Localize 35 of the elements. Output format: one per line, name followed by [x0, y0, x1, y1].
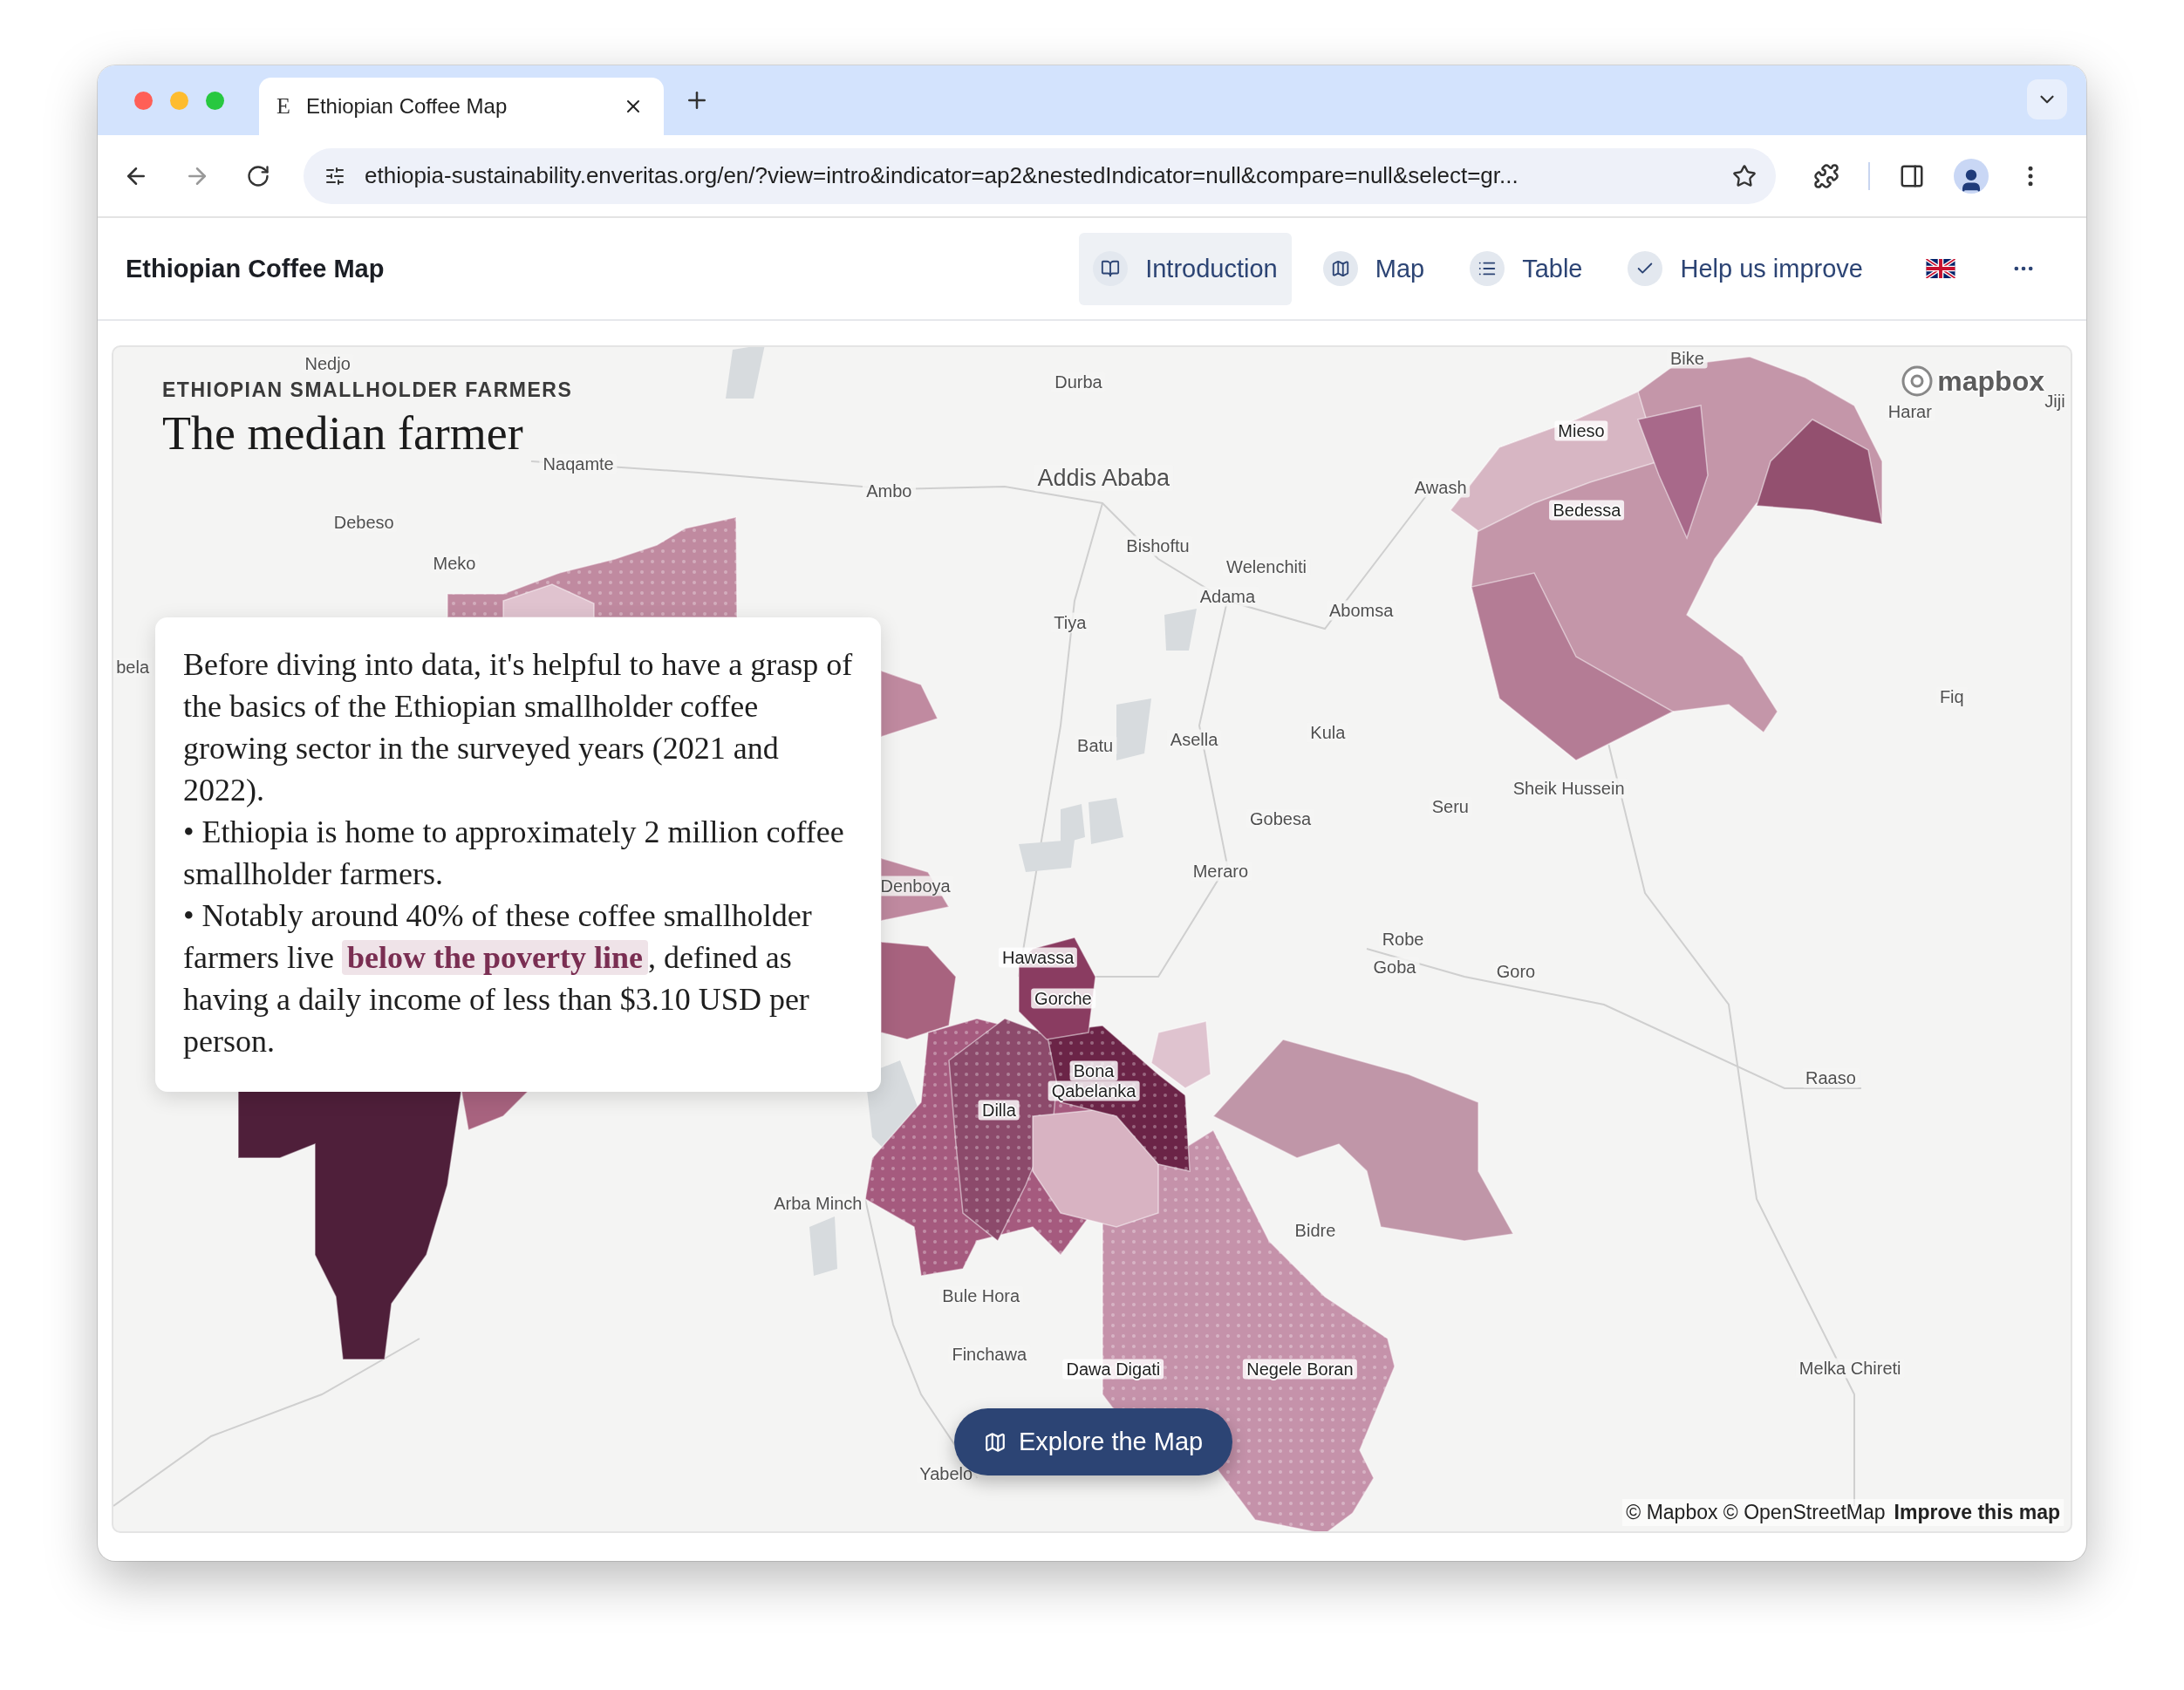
nav-tab[interactable]: Table — [1456, 232, 1597, 305]
book-icon — [1093, 251, 1129, 286]
place-label: Qabelanka — [1048, 1080, 1140, 1101]
nav-tab[interactable]: Map — [1308, 232, 1439, 305]
place-label: Mieso — [1554, 420, 1608, 441]
address-bar[interactable]: ethiopia-sustainability.enveritas.org/en/?view=intro&indicator=ap2&nestedIndicator=null&compare=null&select=gr... — [304, 147, 1776, 204]
intro-paragraph: • Notably around 40% of these coffee smallholder farmers live below the poverty line , defined as having a daily income of less than $3.10 USD per person. — [183, 897, 813, 1060]
place-label: Gorche — [1031, 988, 1095, 1009]
tab-favicon: E — [276, 93, 290, 119]
list-icon — [1470, 251, 1505, 286]
place-label: Bona — [1069, 1061, 1118, 1081]
improve-map-link[interactable]: Improve this map — [1894, 1501, 2060, 1524]
place-label: Dilla — [979, 1100, 1020, 1121]
section-title: The median farmer — [162, 406, 523, 460]
map-icon — [1322, 251, 1358, 286]
place-label: Bedessa — [1549, 500, 1625, 521]
attribution-text: © Mapbox © OpenStreetMap — [1626, 1501, 1886, 1524]
map-icon — [984, 1430, 1007, 1454]
nav-tab[interactable]: Help us improve — [1614, 232, 1877, 305]
brand-title: Ethiopian Coffee Map — [126, 254, 385, 283]
intro-paragraph: • Ethiopia is home to approximately 2 million coffee smallholder farmers. — [183, 814, 845, 893]
place-label: Hawassa — [999, 947, 1078, 968]
url-text: ethiopia-sustainability.enveritas.org/en/?view=intro&indicator=ap2&nestedIndicator=null&compare=null&select=gr... — [365, 162, 1519, 189]
place-label: Dawa Digati — [1062, 1359, 1164, 1380]
intro-paragraph: Before diving into data, it's helpful to have a grasp of the basics of the Ethiopian smallholder coffee growing sector in the surveyed years (2021 and 2022). — [183, 646, 853, 809]
logo-icon — [1901, 365, 1935, 398]
nav-tab[interactable]: Introduction — [1079, 232, 1292, 305]
profile-avatar-icon[interactable] — [1954, 158, 1989, 194]
place-label: Negele Boran — [1243, 1359, 1357, 1380]
poverty-line-link[interactable]: below the poverty line — [341, 940, 648, 975]
tab-title: Ethiopian Coffee Map — [305, 94, 508, 119]
check-icon — [1628, 251, 1663, 286]
uk-flag-icon[interactable] — [1926, 259, 1955, 278]
browser-tab[interactable]: E Ethiopian Coffee Map — [259, 78, 664, 135]
section-eyebrow: ETHIOPIAN SMALLHOLDER FARMERS — [162, 378, 573, 402]
